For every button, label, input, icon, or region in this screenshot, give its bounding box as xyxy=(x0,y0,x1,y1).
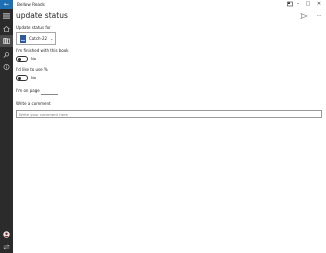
close-button[interactable]: ✕ xyxy=(313,0,325,9)
back-arrow-icon: ← xyxy=(3,1,10,8)
nav-info[interactable] xyxy=(0,61,13,73)
page-title: update status xyxy=(16,11,68,20)
comment-input[interactable] xyxy=(19,111,319,117)
send-icon[interactable] xyxy=(300,12,308,20)
book-select-value: Catch-22 xyxy=(29,36,48,41)
page-number-input[interactable] xyxy=(41,94,58,95)
finished-toggle-state: No xyxy=(31,57,36,61)
home-icon xyxy=(3,26,10,32)
hamburger-menu-icon xyxy=(3,13,10,19)
page-label: I'm on page xyxy=(16,88,40,93)
book-cover-thumbnail xyxy=(20,35,26,43)
avatar-icon xyxy=(3,231,10,238)
comment-field[interactable] xyxy=(16,110,322,118)
nav-library[interactable] xyxy=(0,35,13,47)
share-icon xyxy=(3,244,10,250)
toggle-knob xyxy=(18,76,21,80)
nav-share[interactable] xyxy=(0,241,13,253)
comment-label: Write a comment xyxy=(16,101,51,106)
nav-home[interactable] xyxy=(0,23,13,35)
like-toggle[interactable] xyxy=(16,75,28,81)
search-icon xyxy=(3,52,10,58)
page-header: update status ··· xyxy=(13,9,326,23)
nav-hamburger[interactable] xyxy=(0,10,13,22)
toggle-knob xyxy=(18,57,21,61)
more-icon[interactable]: ··· xyxy=(314,12,324,20)
title-bar: ← Bellow Reads – □ ✕ xyxy=(0,0,326,9)
like-label: I'd like to use % xyxy=(16,67,48,72)
like-toggle-state: No xyxy=(31,76,36,80)
finished-label: I'm finished with this book xyxy=(16,48,69,53)
book-select[interactable]: Catch-22 ⌄ xyxy=(16,32,56,45)
library-icon xyxy=(3,38,10,44)
info-icon xyxy=(3,64,10,70)
finished-toggle[interactable] xyxy=(16,56,28,62)
chevron-down-icon: ⌄ xyxy=(50,36,54,41)
back-button[interactable]: ← xyxy=(0,0,13,9)
nav-account[interactable] xyxy=(0,228,13,240)
nav-search[interactable] xyxy=(0,49,13,61)
left-nav-rail xyxy=(0,9,13,253)
app-title: Bellow Reads xyxy=(17,2,45,7)
update-for-label: Update status for xyxy=(16,25,51,30)
